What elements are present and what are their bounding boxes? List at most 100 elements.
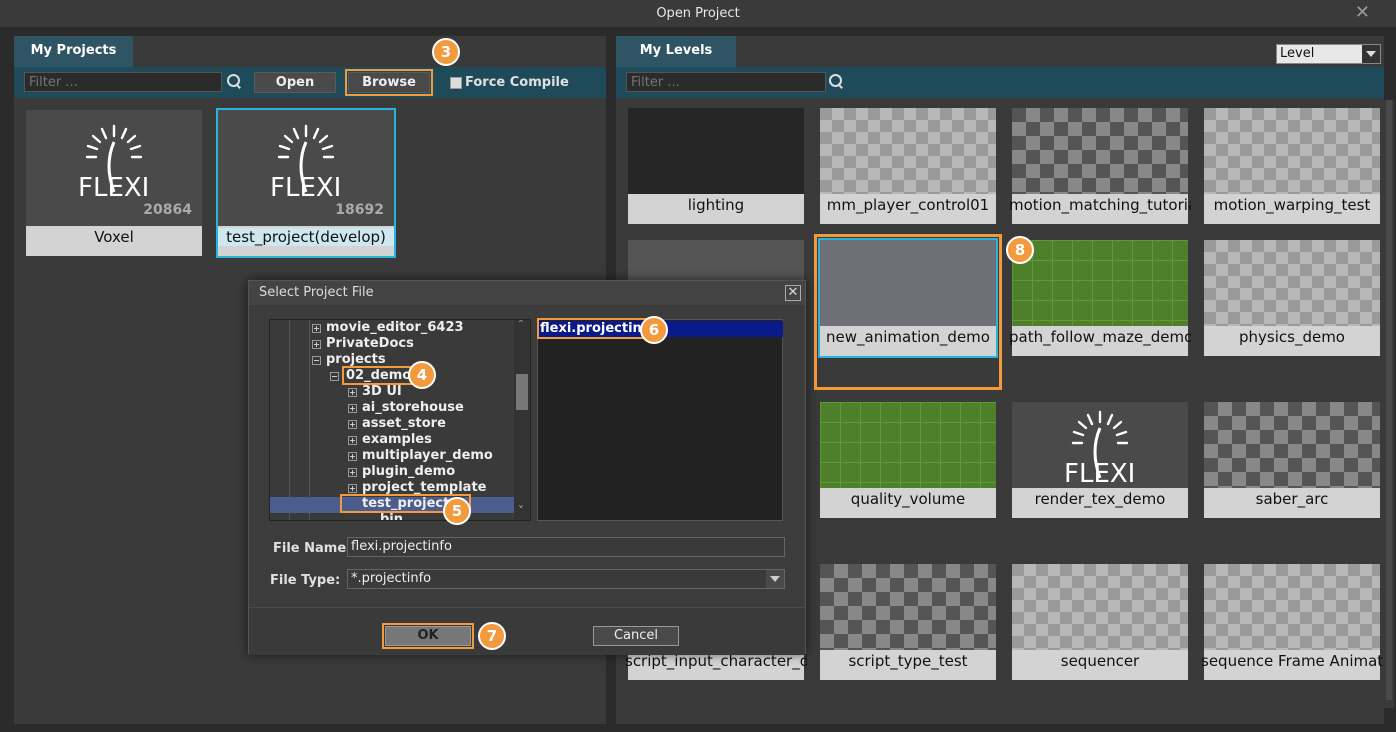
tree-scrollbar[interactable] xyxy=(514,320,530,520)
scrollbar-thumb[interactable] xyxy=(516,374,528,410)
level-tile-render-tex-demo[interactable]: FLEXI render_tex_demo xyxy=(1012,402,1188,518)
level-thumbnail: FLEXI xyxy=(1012,402,1188,488)
tree-node-movie-editor[interactable]: movie_editor_6423 xyxy=(326,320,464,335)
chevron-down-icon[interactable] xyxy=(1362,45,1380,63)
level-thumbnail xyxy=(1012,564,1188,650)
expand-icon[interactable] xyxy=(348,436,357,445)
tree-node-3d-ui[interactable]: 3D UI xyxy=(362,384,402,399)
levels-scrollbar[interactable] xyxy=(1384,100,1394,708)
dialog-footer: OK Cancel xyxy=(249,607,805,655)
level-tile-path-follow-maze-demo[interactable]: path_follow_maze_demo xyxy=(1009,240,1191,356)
cancel-button[interactable]: Cancel xyxy=(593,626,679,646)
project-name: test_project(develop) xyxy=(218,228,394,246)
project-thumbnail: FLEXI 18692 xyxy=(218,110,394,226)
level-thumbnail xyxy=(628,108,804,194)
level-tile-sequencer[interactable]: sequencer xyxy=(1012,564,1188,680)
tree-node-projects[interactable]: projects xyxy=(326,352,386,367)
expand-icon[interactable] xyxy=(312,324,321,333)
level-tile-sequence-frame-animation[interactable]: sequence Frame Animation xyxy=(1201,564,1383,680)
expand-icon[interactable] xyxy=(312,340,321,349)
dialog-title: Select Project File xyxy=(249,281,805,305)
tree-node-02-demo[interactable]: 02_demo xyxy=(341,366,416,385)
project-card-test-project[interactable]: FLEXI 18692 test_project(develop) xyxy=(216,108,396,258)
expand-icon[interactable] xyxy=(348,404,357,413)
tree-node-multiplayer-demo[interactable]: multiplayer_demo xyxy=(362,448,493,463)
scroll-up-icon[interactable] xyxy=(517,320,527,332)
tree-node-bin[interactable]: bin xyxy=(380,512,403,520)
force-compile-checkbox[interactable] xyxy=(450,77,462,89)
chevron-down-icon[interactable] xyxy=(766,570,784,588)
tree-node-examples[interactable]: examples xyxy=(362,432,432,447)
levels-toolbar xyxy=(616,67,1384,98)
file-name-text: flexi.projectinfo xyxy=(536,318,660,339)
tab-my-projects[interactable]: My Projects xyxy=(14,36,133,67)
level-thumbnail xyxy=(1204,108,1380,194)
force-compile-label: Force Compile xyxy=(465,75,569,90)
projects-toolbar: Open Browse Force Compile xyxy=(14,67,606,98)
file-type-value: *.projectinfo xyxy=(351,571,432,586)
folder-tree: movie_editor_6423 PrivateDocs projects 0… xyxy=(269,319,531,521)
expand-icon[interactable] xyxy=(348,468,357,477)
search-icon[interactable] xyxy=(226,73,242,89)
browse-button[interactable]: Browse xyxy=(345,69,433,96)
level-name: motion_matching_tutorial xyxy=(1009,196,1191,214)
level-tile-motion-matching-tutorial[interactable]: motion_matching_tutorial xyxy=(1009,108,1191,224)
level-thumbnail xyxy=(1012,108,1188,194)
expand-icon[interactable] xyxy=(348,484,357,493)
level-name: sequencer xyxy=(1060,652,1140,670)
level-name: physics_demo xyxy=(1239,328,1345,346)
level-tile-lighting[interactable]: lighting xyxy=(628,108,804,224)
level-thumbnail xyxy=(1204,402,1380,488)
project-number: 20864 xyxy=(143,202,192,218)
level-name: quality_volume xyxy=(850,490,966,508)
highlight-new-animation-demo xyxy=(814,234,1002,390)
flexi-logo-icon: FLEXI xyxy=(78,124,149,200)
tree-guide-lines xyxy=(270,320,310,520)
search-icon[interactable] xyxy=(828,73,844,89)
tree-node-plugin-demo[interactable]: plugin_demo xyxy=(362,464,455,479)
file-name-label: File Name: xyxy=(273,541,352,556)
scroll-down-icon[interactable] xyxy=(517,504,527,518)
levels-filter-input[interactable] xyxy=(626,72,826,92)
level-tile-saber-arc[interactable]: saber_arc xyxy=(1204,402,1380,518)
level-name: render_tex_demo xyxy=(1034,490,1166,508)
expand-icon[interactable] xyxy=(348,452,357,461)
tab-my-levels[interactable]: My Levels xyxy=(616,36,736,67)
level-tile-mm-player-control01[interactable]: mm_player_control01 xyxy=(820,108,996,224)
project-name: Voxel xyxy=(94,228,134,246)
expand-icon[interactable] xyxy=(348,420,357,429)
collapse-icon[interactable] xyxy=(312,356,321,365)
level-tile-quality-volume[interactable]: quality_volume xyxy=(820,402,996,518)
expand-icon[interactable] xyxy=(348,388,357,397)
level-type-value: Level xyxy=(1280,46,1315,61)
tree-node-privatedocs[interactable]: PrivateDocs xyxy=(326,336,414,351)
project-card-voxel[interactable]: FLEXI 20864 Voxel xyxy=(26,110,202,256)
tree-node-project-template[interactable]: project_template xyxy=(362,480,486,495)
tree-node-asset-store[interactable]: asset_store xyxy=(362,416,446,431)
file-type-select[interactable]: *.projectinfo xyxy=(347,569,785,589)
flexi-logo-icon: FLEXI xyxy=(270,124,341,200)
close-icon[interactable]: ✕ xyxy=(1355,2,1370,23)
project-number: 18692 xyxy=(335,202,384,218)
step-badge-6: 6 xyxy=(640,316,668,344)
level-tile-motion-warping-test[interactable]: motion_warping_test xyxy=(1204,108,1380,224)
scrollbar-thumb[interactable] xyxy=(1386,100,1392,700)
select-project-file-dialog: Select Project File ✕ movie_editor_6423 … xyxy=(248,280,806,655)
level-type-select[interactable]: Level xyxy=(1276,44,1381,64)
step-badge-7: 7 xyxy=(478,622,506,650)
file-name-input[interactable]: flexi.projectinfo xyxy=(347,537,785,557)
level-name: script_type_test xyxy=(848,652,968,670)
close-icon[interactable]: ✕ xyxy=(785,285,801,301)
tree-node-ai-storehouse[interactable]: ai_storehouse xyxy=(362,400,464,415)
level-name: saber_arc xyxy=(1255,490,1329,508)
collapse-icon[interactable] xyxy=(330,372,339,381)
open-button[interactable]: Open xyxy=(254,72,336,93)
level-name: lighting xyxy=(687,196,745,214)
level-tile-physics-demo[interactable]: physics_demo xyxy=(1204,240,1380,356)
projects-filter-input[interactable] xyxy=(24,72,222,92)
ok-button[interactable]: OK xyxy=(382,623,474,649)
level-tile-script-type-test[interactable]: script_type_test xyxy=(820,564,996,680)
level-name: motion_warping_test xyxy=(1213,196,1371,214)
level-thumbnail xyxy=(820,564,996,650)
level-name: mm_player_control01 xyxy=(826,196,990,214)
